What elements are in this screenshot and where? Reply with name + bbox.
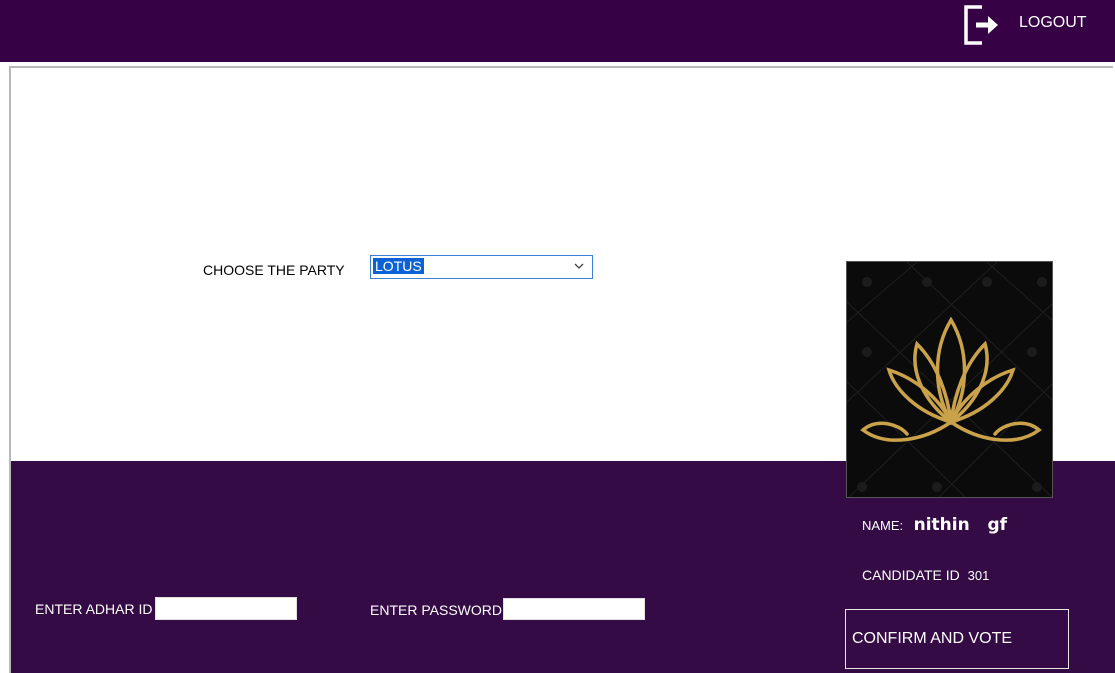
party-dropdown[interactable]: LOTUS bbox=[370, 255, 593, 279]
candidate-name: nithin gf bbox=[913, 515, 1008, 535]
logout-icon[interactable] bbox=[962, 4, 1002, 46]
top-bar: LOGOUT bbox=[0, 0, 1115, 62]
name-label: NAME: bbox=[862, 518, 904, 533]
choose-party-label: CHOOSE THE PARTY bbox=[203, 262, 345, 278]
password-label: ENTER PASSWORD bbox=[370, 602, 502, 618]
candidate-id-row: CANDIDATE ID 301 bbox=[862, 567, 989, 583]
chevron-down-icon bbox=[574, 263, 584, 269]
lotus-logo-icon bbox=[847, 262, 1052, 497]
adhar-id-input[interactable] bbox=[155, 597, 297, 620]
password-input[interactable] bbox=[503, 598, 645, 620]
party-selected-value: LOTUS bbox=[373, 258, 424, 274]
party-symbol-image bbox=[846, 261, 1053, 498]
candidate-id-value: 301 bbox=[967, 568, 990, 583]
logout-link[interactable]: LOGOUT bbox=[1019, 14, 1087, 32]
candidate-name-row: NAME: nithin gf bbox=[862, 515, 1007, 535]
adhar-id-label: ENTER ADHAR ID bbox=[35, 601, 153, 617]
candidate-id-label: CANDIDATE ID bbox=[862, 567, 960, 583]
confirm-and-vote-button[interactable]: CONFIRM AND VOTE bbox=[845, 609, 1069, 669]
